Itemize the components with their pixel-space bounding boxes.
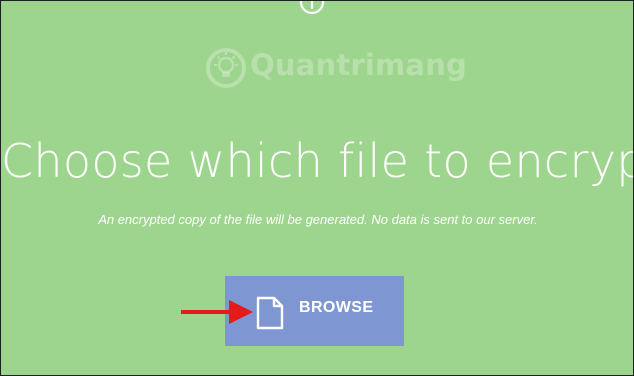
browse-label: BROWSE <box>299 299 374 316</box>
watermark-logo: Quantrimang <box>204 46 467 96</box>
file-icon <box>256 296 284 330</box>
page-subtitle: An encrypted copy of the file will be ge… <box>98 212 538 227</box>
red-arrow-icon <box>181 300 253 324</box>
info-icon <box>299 1 325 15</box>
lightbulb-icon <box>206 48 246 88</box>
watermark-text: Quantrimang <box>250 48 468 82</box>
page-title: Choose which file to encrypt <box>1 134 634 188</box>
screenshot-frame: Quantrimang Choose which file to encrypt… <box>0 0 634 376</box>
